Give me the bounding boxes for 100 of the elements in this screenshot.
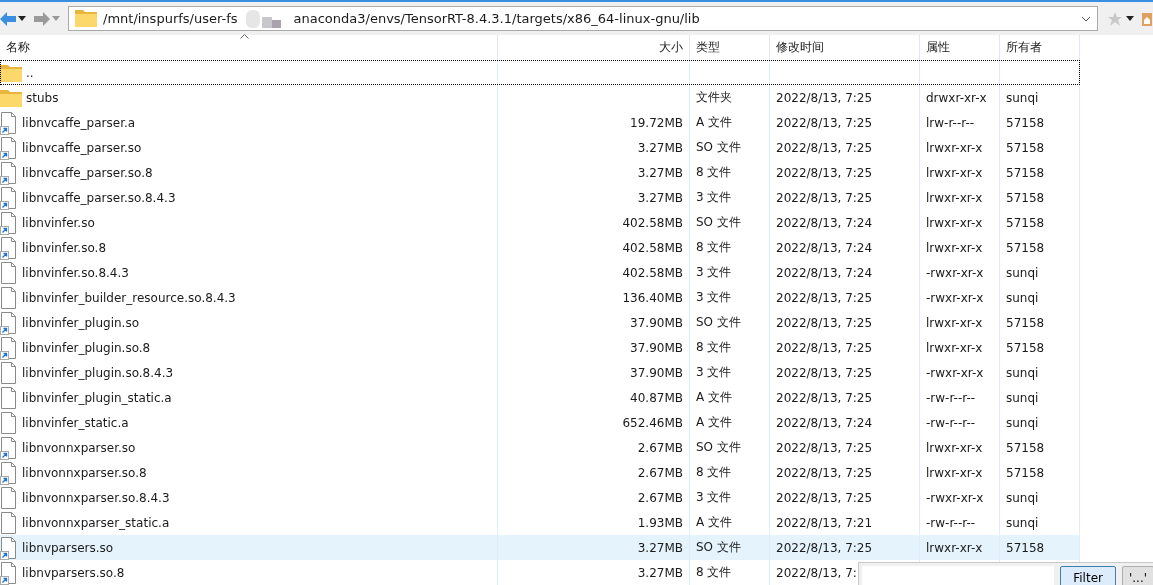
file-row[interactable]: libnvparsers.so 3.27MB SO 文件 2022/8/13, 7:25 lrwxr-xr-x 57158	[0, 535, 1080, 560]
file-row[interactable]: libnvinfer_plugin.so 37.90MB SO 文件 2022/8/13, 7:25 lrwxr-xr-x 57158	[0, 310, 1080, 335]
file-attributes: drwxr-xr-x	[926, 90, 987, 105]
file-type: A 文件	[696, 114, 733, 131]
file-type: 3 文件	[696, 364, 732, 381]
file-owner: 57158	[1006, 465, 1045, 480]
quote-button[interactable]: '...'	[1121, 566, 1153, 585]
file-size: 402.58MB	[622, 240, 683, 255]
file-size: 2.67MB	[637, 490, 683, 505]
file-row[interactable]: libnvonnxparser.so 2.67MB SO 文件 2022/8/13, 7:25 lrwxr-xr-x 57158	[0, 435, 1080, 460]
column-header[interactable]: 类型	[690, 35, 770, 60]
file-name: libnvonnxparser.so.8	[22, 465, 147, 480]
modified-time: 2022/8/13, 7:24	[776, 265, 873, 280]
forward-icon[interactable]	[34, 11, 50, 26]
file-type: 文件夹	[696, 89, 732, 106]
address-field[interactable]: /mnt/inspurfs/user-fs anaconda3/envs/TensorRT-8.4.3.1/targets/x86_64-linux-gnu/lib	[68, 6, 1098, 31]
file-name: libnvonnxparser.so	[22, 440, 136, 455]
file-row[interactable]: libnvcaffe_parser.so.8 3.27MB 8 文件 2022/8/13, 7:25 lrwxr-xr-x 57158	[0, 160, 1080, 185]
modified-time: 2022/8/13, 7:25	[776, 340, 873, 355]
file-name: stubs	[26, 90, 59, 105]
column-header[interactable]: 修改时间	[770, 35, 920, 60]
file-size: 3.27MB	[637, 165, 683, 180]
file-type: 3 文件	[696, 289, 732, 306]
file-row[interactable]: ..	[0, 60, 1080, 85]
file-attributes: -rw-r--r--	[926, 415, 976, 430]
file-size: 37.90MB	[630, 315, 683, 330]
file-type: 8 文件	[696, 239, 732, 256]
modified-time: 2022/8/13, 7:25	[776, 290, 873, 305]
file-row[interactable]: libnvonnxparser.so.8 2.67MB 8 文件 2022/8/13, 7:25 lrwxr-xr-x 57158	[0, 460, 1080, 485]
file-row[interactable]: libnvinfer_plugin.so.8.4.3 37.90MB 3 文件 2022/8/13, 7:25 -rwxr-xr-x sunqi	[0, 360, 1080, 385]
file-owner: sunqi	[1006, 90, 1039, 105]
file-row[interactable]: stubs 文件夹 2022/8/13, 7:25 drwxr-xr-x sunqi	[0, 85, 1080, 110]
home-icon[interactable]	[1142, 11, 1152, 26]
modified-time: 2022/8/13, 7:25	[776, 115, 873, 130]
file-name: libnvcaffe_parser.so.8.4.3	[22, 190, 176, 205]
file-row[interactable]: libnvinfer.so.8.4.3 402.58MB 3 文件 2022/8/13, 7:24 -rwxr-xr-x sunqi	[0, 260, 1080, 285]
file-type: SO 文件	[696, 539, 741, 556]
file-owner: sunqi	[1006, 390, 1039, 405]
column-header[interactable]: 名称	[0, 35, 498, 60]
file-row[interactable]: libnvonnxparser.so.8.4.3 2.67MB 3 文件 2022/8/13, 7:25 -rwxr-xr-x sunqi	[0, 485, 1080, 510]
file-name: libnvinfer.so.8.4.3	[22, 265, 129, 280]
file-owner: sunqi	[1006, 365, 1039, 380]
file-attributes: -rw-r--r--	[926, 390, 976, 405]
file-row[interactable]: libnvcaffe_parser.so.8.4.3 3.27MB 3 文件 2022/8/13, 7:25 lrwxr-xr-x 57158	[0, 185, 1080, 210]
file-owner: sunqi	[1006, 515, 1039, 530]
file-owner: sunqi	[1006, 265, 1039, 280]
file-row[interactable]: libnvinfer_plugin_static.a 40.87MB A 文件 2022/8/13, 7:25 -rw-r--r-- sunqi	[0, 385, 1080, 410]
file-owner: 57158	[1006, 140, 1045, 155]
modified-time: 2022/8/13, 7:25	[776, 465, 873, 480]
file-owner: 57158	[1006, 165, 1045, 180]
modified-time: 2022/8/13, 7:25	[776, 140, 873, 155]
file-attributes: lrwxr-xr-x	[926, 215, 983, 230]
modified-time: 2022/8/13, 7:25	[776, 440, 873, 455]
caret-icon[interactable]	[1126, 16, 1134, 21]
modified-time: 2022/8/13, 7:25	[776, 165, 873, 180]
column-header[interactable]: 属性	[920, 35, 1000, 60]
file-type: A 文件	[696, 514, 733, 531]
file-type: SO 文件	[696, 314, 741, 331]
file-owner: 57158	[1006, 440, 1045, 455]
modified-time: 2022/8/13, 7:25	[776, 315, 873, 330]
file-name: libnvonnxparser_static.a	[22, 515, 170, 530]
chevron-down-icon[interactable]	[1081, 15, 1091, 22]
file-attributes: lrw-r--r--	[926, 115, 975, 130]
file-row[interactable]: libnvcaffe_parser.a 19.72MB A 文件 2022/8/13, 7:25 lrw-r--r-- 57158	[0, 110, 1080, 135]
file-owner: 57158	[1006, 215, 1045, 230]
file-owner: sunqi	[1006, 415, 1039, 430]
file-size: 40.87MB	[630, 390, 683, 405]
file-size: 2.67MB	[637, 440, 683, 455]
file-row[interactable]: libnvcaffe_parser.so 3.27MB SO 文件 2022/8/13, 7:25 lrwxr-xr-x 57158	[0, 135, 1080, 160]
star-icon[interactable]	[1108, 11, 1122, 26]
file-name: libnvcaffe_parser.so.8	[22, 165, 153, 180]
file-size: 37.90MB	[630, 340, 683, 355]
file-attributes: -rwxr-xr-x	[926, 365, 984, 380]
file-row[interactable]: libnvinfer_static.a 652.46MB A 文件 2022/8/13, 7:24 -rw-r--r-- sunqi	[0, 410, 1080, 435]
file-type: SO 文件	[696, 439, 741, 456]
file-size: 652.46MB	[622, 415, 683, 430]
file-type: 8 文件	[696, 339, 732, 356]
column-header[interactable]: 大小	[498, 35, 690, 60]
modified-time: 2022/8/13, 7:25	[776, 540, 873, 555]
file-name: libnvinfer_plugin.so	[22, 315, 139, 330]
file-type: A 文件	[696, 414, 733, 431]
file-attributes: lrwxr-xr-x	[926, 315, 983, 330]
file-attributes: lrwxr-xr-x	[926, 465, 983, 480]
file-row[interactable]: libnvinfer.so.8 402.58MB 8 文件 2022/8/13, 7:24 lrwxr-xr-x 57158	[0, 235, 1080, 260]
folder-icon	[0, 88, 22, 107]
path-text: anaconda3/envs/TensorRT-8.4.3.1/targets/x86_64-linux-gnu/lib	[293, 11, 700, 26]
modified-time: 2022/8/13, 7:24	[776, 240, 873, 255]
caret-icon[interactable]	[18, 16, 26, 21]
file-type: 8 文件	[696, 164, 732, 181]
modified-time: 2022/8/13, 7:	[776, 565, 857, 580]
file-type: 8 文件	[696, 464, 732, 481]
file-name: libnvinfer_plugin.so.8	[22, 340, 151, 355]
file-row[interactable]: libnvinfer.so 402.58MB SO 文件 2022/8/13, 7:24 lrwxr-xr-x 57158	[0, 210, 1080, 235]
path-text: /mnt/inspurfs/user-fs	[103, 11, 238, 26]
file-row[interactable]: libnvinfer_plugin.so.8 37.90MB 8 文件 2022/8/13, 7:25 lrwxr-xr-x 57158	[0, 335, 1080, 360]
file-attributes: lrwxr-xr-x	[926, 240, 983, 255]
file-type: 3 文件	[696, 189, 732, 206]
column-header[interactable]: 所有者	[1000, 35, 1080, 60]
file-row[interactable]: libnvinfer_builder_resource.so.8.4.3 136.40MB 3 文件 2022/8/13, 7:25 -rwxr-xr-x sunqi	[0, 285, 1080, 310]
filter-button[interactable]: Filter	[1060, 566, 1116, 585]
